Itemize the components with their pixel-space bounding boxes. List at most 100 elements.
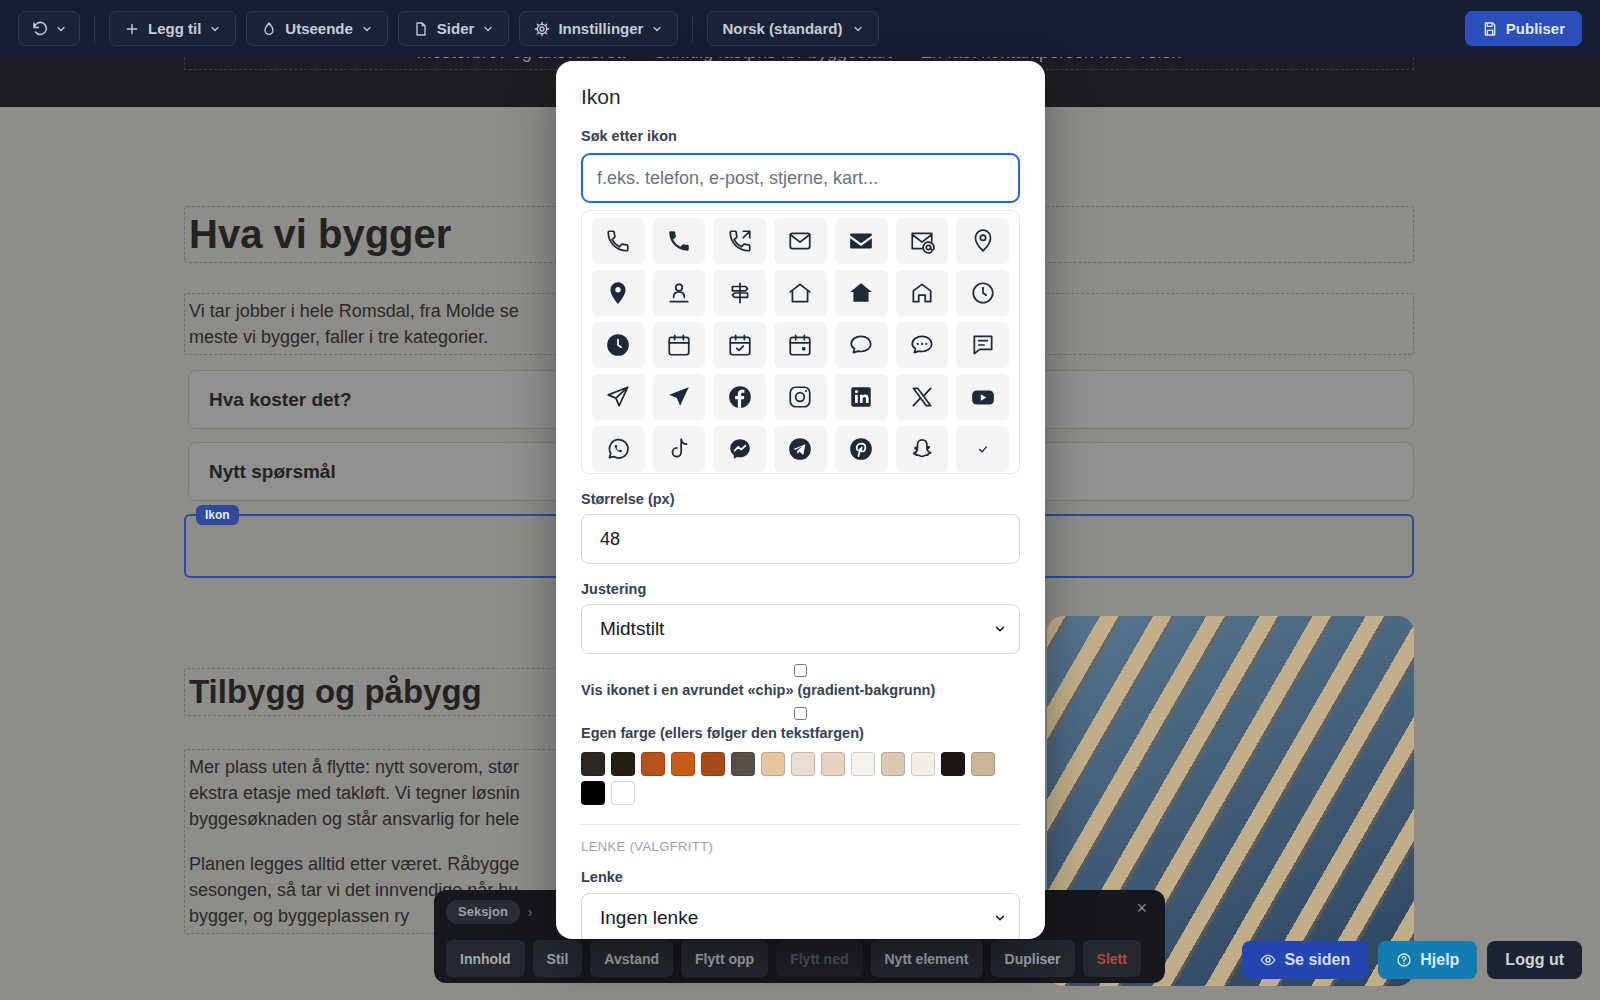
- icon-option[interactable]: [956, 374, 1009, 420]
- language-select[interactable]: Norsk (standard): [707, 11, 879, 46]
- chat-lines-icon: [970, 332, 996, 358]
- icon-option[interactable]: [713, 218, 766, 264]
- color-swatch[interactable]: [671, 752, 695, 776]
- field-label: Justering: [581, 580, 1020, 598]
- facebook-icon: [727, 384, 753, 410]
- color-swatch[interactable]: [641, 752, 665, 776]
- icon-option[interactable]: [713, 270, 766, 316]
- icon-option[interactable]: [592, 322, 645, 368]
- chevron-down-icon: [852, 23, 864, 35]
- icon-option[interactable]: [592, 374, 645, 420]
- option-label: Egen farge (ellers følger den tekstfarge…: [581, 724, 1020, 742]
- color-swatch[interactable]: [851, 752, 875, 776]
- color-swatch[interactable]: [581, 752, 605, 776]
- icon-option[interactable]: [774, 270, 827, 316]
- color-swatch[interactable]: [611, 781, 635, 805]
- page-icon: [413, 21, 429, 37]
- corner-button[interactable]: Logg ut: [1487, 941, 1582, 979]
- icon-option[interactable]: [835, 218, 888, 264]
- publish-label: Publiser: [1506, 20, 1565, 37]
- icon-search-input[interactable]: [581, 153, 1020, 203]
- corner-button[interactable]: Se siden: [1242, 941, 1368, 979]
- icon-option[interactable]: [835, 374, 888, 420]
- send-icon: [605, 384, 631, 410]
- color-swatch[interactable]: [731, 752, 755, 776]
- icon-option[interactable]: [835, 426, 888, 472]
- house-icon: [787, 280, 813, 306]
- toolbar-menu-button[interactable]: Sider: [398, 11, 510, 46]
- icon-option[interactable]: [774, 218, 827, 264]
- color-swatch[interactable]: [761, 752, 785, 776]
- toolbar-button-label: Legg til: [148, 20, 201, 37]
- color-swatch[interactable]: [941, 752, 965, 776]
- icon-option[interactable]: [835, 270, 888, 316]
- icon-option[interactable]: [592, 426, 645, 472]
- icon-option[interactable]: [956, 426, 1009, 472]
- select-value: Ingen lenke: [600, 907, 698, 929]
- icon-option[interactable]: [713, 322, 766, 368]
- link-select[interactable]: Ingen lenke: [581, 893, 1020, 939]
- icon-option[interactable]: [713, 426, 766, 472]
- icon-option[interactable]: [653, 322, 706, 368]
- icon-option[interactable]: [956, 322, 1009, 368]
- color-swatches: [581, 752, 1020, 805]
- corner-button-label: Se siden: [1284, 951, 1350, 969]
- size-input[interactable]: [581, 514, 1020, 564]
- icon-option[interactable]: [896, 426, 949, 472]
- icon-option[interactable]: [956, 270, 1009, 316]
- icon-option[interactable]: [956, 218, 1009, 264]
- icon-option[interactable]: [653, 270, 706, 316]
- icon-option[interactable]: [592, 270, 645, 316]
- gear-icon: [534, 21, 550, 37]
- color-swatch[interactable]: [581, 781, 605, 805]
- icon-option[interactable]: [896, 270, 949, 316]
- faq-question: Hva koster det?: [209, 389, 352, 411]
- element-action-button[interactable]: Stil: [533, 940, 583, 977]
- element-action-button[interactable]: Flytt opp: [681, 940, 768, 977]
- icon-option[interactable]: [774, 374, 827, 420]
- toolbar-menu-button[interactable]: Innstillinger: [519, 11, 678, 46]
- icon-option[interactable]: [592, 218, 645, 264]
- toolbar-menu-button[interactable]: Utseende: [246, 11, 388, 46]
- messenger-icon: [727, 436, 753, 462]
- toolbar-divider: [94, 15, 95, 43]
- help-icon: [1396, 952, 1412, 968]
- align-select[interactable]: Midtstilt: [581, 604, 1020, 654]
- element-action-button[interactable]: Innhold: [446, 940, 525, 977]
- option-checkbox[interactable]: [794, 707, 807, 720]
- youtube-icon: [970, 384, 996, 410]
- icon-option[interactable]: [653, 218, 706, 264]
- color-swatch[interactable]: [821, 752, 845, 776]
- faq-question: Nytt spørsmål: [209, 461, 336, 483]
- toolbar-menu-button[interactable]: Legg til: [109, 11, 236, 46]
- option-checkbox[interactable]: [794, 664, 807, 677]
- color-swatch[interactable]: [881, 752, 905, 776]
- icon-option[interactable]: [653, 426, 706, 472]
- color-swatch[interactable]: [791, 752, 815, 776]
- color-swatch[interactable]: [611, 752, 635, 776]
- color-swatch[interactable]: [911, 752, 935, 776]
- element-action-button[interactable]: Dupliser: [991, 940, 1075, 977]
- element-actions: InnholdStilAvstandFlytt oppFlytt nedNytt…: [446, 940, 1153, 977]
- color-swatch[interactable]: [701, 752, 725, 776]
- icon-option[interactable]: [774, 426, 827, 472]
- icon-option[interactable]: [835, 322, 888, 368]
- calendar-event-icon: [787, 332, 813, 358]
- element-action-button[interactable]: Avstand: [590, 940, 673, 977]
- close-button[interactable]: ×: [1132, 896, 1151, 920]
- publish-button[interactable]: Publiser: [1465, 11, 1582, 46]
- calendar-check-icon: [727, 332, 753, 358]
- icon-option[interactable]: [774, 322, 827, 368]
- icon-option[interactable]: [896, 322, 949, 368]
- icon-option[interactable]: [653, 374, 706, 420]
- corner-button[interactable]: Hjelp: [1378, 941, 1477, 979]
- element-action-button[interactable]: Slett: [1083, 940, 1141, 977]
- icon-option[interactable]: [713, 374, 766, 420]
- icon-option[interactable]: [896, 218, 949, 264]
- breadcrumb-chip[interactable]: Seksjon: [446, 900, 520, 924]
- calendar-icon: [666, 332, 692, 358]
- element-action-button[interactable]: Nytt element: [871, 940, 983, 977]
- undo-button[interactable]: [18, 11, 80, 46]
- color-swatch[interactable]: [971, 752, 995, 776]
- icon-option[interactable]: [896, 374, 949, 420]
